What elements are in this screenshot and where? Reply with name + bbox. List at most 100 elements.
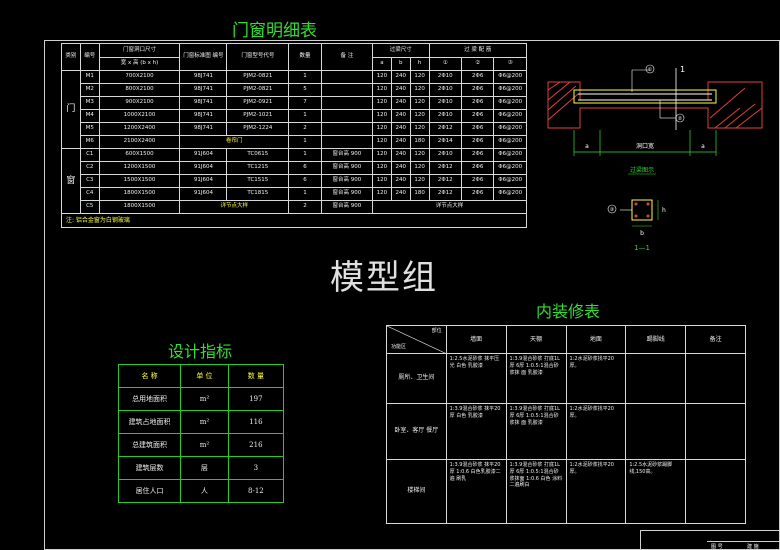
row-r1: 2Φ10 xyxy=(428,148,462,162)
interior-hdr-ceiling: 天棚 xyxy=(505,325,567,354)
row-code: C4 xyxy=(79,187,100,201)
row-remark: 窗台高 900 xyxy=(320,174,374,188)
row-remark xyxy=(320,109,374,123)
title-block-c2: 建 施 xyxy=(747,544,759,550)
row-r1: 2Φ12 xyxy=(428,161,462,175)
design-qty: 116 xyxy=(227,410,285,434)
hdr-opening: 门窗洞口尺寸 xyxy=(98,43,181,58)
interior-floor: 1:2水泥砂浆找平20厚。 xyxy=(565,353,627,404)
row-a: 120 xyxy=(372,83,392,97)
row-b: 240 xyxy=(390,135,411,149)
interior-remark xyxy=(685,459,746,524)
row-a: 120 xyxy=(372,148,392,162)
interior-ceiling: 1:3.9混合砂浆 打底1L厚 6厚 1:0.5:1混合砂 浆抹 面 乳胶漆 xyxy=(505,403,567,460)
design-unit: m² xyxy=(180,410,229,434)
row-r3: Φ6@200 xyxy=(493,70,527,84)
row-qty: 2 xyxy=(288,122,322,136)
interior-floor: 1:2水泥砂浆找平20厚。 xyxy=(565,403,627,460)
row-r3: Φ6@200 xyxy=(493,174,527,188)
design-name: 建筑层数 xyxy=(117,456,182,480)
hdr-opening-sub: 宽 x 高 (b x h) xyxy=(98,57,181,71)
hdr-qty: 数量 xyxy=(288,43,322,71)
row-size: 1200X1500 xyxy=(98,161,181,175)
row-atlas: 98J741 xyxy=(179,83,228,97)
row-qty: 6 xyxy=(288,161,322,175)
interior-area: 楼梯间 xyxy=(386,459,447,524)
row-qty: 7 xyxy=(288,96,322,110)
table-row: C2 1200X1500 91J604 TC1215 6 窗台高 900 120 240 120… xyxy=(62,161,527,175)
design-hdr-name: 名 称 xyxy=(117,364,182,388)
design-hdr-unit: 单 位 xyxy=(180,364,229,388)
design-qty: 3 xyxy=(227,456,285,480)
row-atlas: 98J741 xyxy=(179,109,228,123)
table-row: M3 900X2100 98J741 PJM2-0921 7 120 240 120 2Φ10 2… xyxy=(62,96,527,110)
row-remark xyxy=(320,83,374,97)
interior-floor: 1:2水泥砂浆找平20厚。 xyxy=(565,459,627,524)
interior-hdr-remark: 备注 xyxy=(685,325,746,354)
row-model: PJM2-0921 xyxy=(226,96,290,110)
row-qty: 1 xyxy=(288,109,322,123)
interior-hdr-floor: 地面 xyxy=(565,325,627,354)
row-atlas: 98J741 xyxy=(179,122,228,136)
row-b: 240 xyxy=(390,161,411,175)
window-category-label: 窗 xyxy=(61,148,81,214)
row-a: 120 xyxy=(372,96,392,110)
row-qty: 2 xyxy=(288,200,322,214)
row-r1: 2Φ14 xyxy=(428,135,462,149)
row-a: 120 xyxy=(372,161,392,175)
row-model: TC0615 xyxy=(226,148,290,162)
row-size: 600X1500 xyxy=(98,148,181,162)
row-r1: 2Φ12 xyxy=(428,174,462,188)
interior-skirting: 1:2.5水泥砂浆踢脚线,150高。 xyxy=(625,459,687,524)
row-size: 1800X1500 xyxy=(98,187,181,201)
design-qty: 8-12 xyxy=(227,479,285,503)
row-code: M5 xyxy=(79,122,100,136)
row-remark: 窗台高 900 xyxy=(320,148,374,162)
interior-skirting xyxy=(625,403,687,460)
row-r1: 2Φ10 xyxy=(428,70,462,84)
design-name: 总用地面积 xyxy=(117,387,182,411)
table-row: 总建筑面积 m² 216 xyxy=(117,433,285,457)
row-r3: Φ6@200 xyxy=(493,135,527,149)
design-qty: 216 xyxy=(227,433,285,457)
row-code: C1 xyxy=(79,148,100,162)
row-size: 1000X2100 xyxy=(98,109,181,123)
row-size: 900X2100 xyxy=(98,96,181,110)
interior-ceiling: 1:3.9混合砂浆 打底1L厚 6厚 1:0.5:1混合砂 浆抹面 1:0.6 … xyxy=(505,459,567,524)
dim-a-right: a xyxy=(701,143,705,150)
row-code: C5 xyxy=(79,200,100,214)
hdr-model: 门窗型号代号 xyxy=(226,43,290,71)
row-qty: 1 xyxy=(288,148,322,162)
callout-1-text: ① xyxy=(648,67,653,73)
interior-skirting xyxy=(625,353,687,404)
design-name: 居住人口 xyxy=(117,479,182,503)
hdr-c3: ③ xyxy=(493,57,527,71)
door-schedule-note: 注: 铝合金窗为白钢玻璃 xyxy=(61,213,527,228)
door-category-label: 门 xyxy=(61,70,81,149)
row-model: TC1215 xyxy=(226,161,290,175)
table-row: 卧室、客厅 餐厅 1:3.9混合砂浆 抹平20厚 白色 乳胶漆 1:3.9混合砂浆 … xyxy=(386,403,746,460)
dim-a-left: a xyxy=(585,143,589,150)
section-mark-top: 1 xyxy=(680,65,685,74)
callout-3-text: ③ xyxy=(610,207,614,213)
table-row: M5 1200X2400 98J741 PJM2-1224 2 120 240 120 2Φ12… xyxy=(62,122,527,136)
row-h: 120 xyxy=(409,70,430,84)
table-row: M2 800X2100 98J741 PJM2-0821 5 120 240 120 2Φ10 2… xyxy=(62,83,527,97)
table-row: 窗 C1 600X1500 91J604 TC0615 1 窗台高 900 120 240 120… xyxy=(61,148,527,214)
row-r2: 2Φ6 xyxy=(460,174,495,188)
row-r2: 2Φ6 xyxy=(460,70,495,84)
design-index-table: 名 称 单 位 数 量 总用地面积 m² 197 建筑占地面积 m² 116 总建筑面积 m²… xyxy=(117,364,285,503)
row-code: M1 xyxy=(79,70,100,84)
table-row: 总用地面积 m² 197 xyxy=(117,387,285,411)
interior-remark xyxy=(685,403,746,460)
row-code: C3 xyxy=(79,174,100,188)
row-code: M2 xyxy=(79,83,100,97)
row-h: 180 xyxy=(409,187,430,201)
hdr-c1: ① xyxy=(428,57,462,71)
row-remark xyxy=(320,70,374,84)
row-atlas: 91J604 xyxy=(179,148,228,162)
row-special: 详节点大样 xyxy=(179,200,290,214)
row-a: 120 xyxy=(372,109,392,123)
interior-ceiling: 1:3.9混合砂浆 打底1L厚 6厚 1:0.5:1混合砂 浆抹 面 乳胶漆 xyxy=(505,353,567,404)
row-b: 240 xyxy=(390,96,411,110)
